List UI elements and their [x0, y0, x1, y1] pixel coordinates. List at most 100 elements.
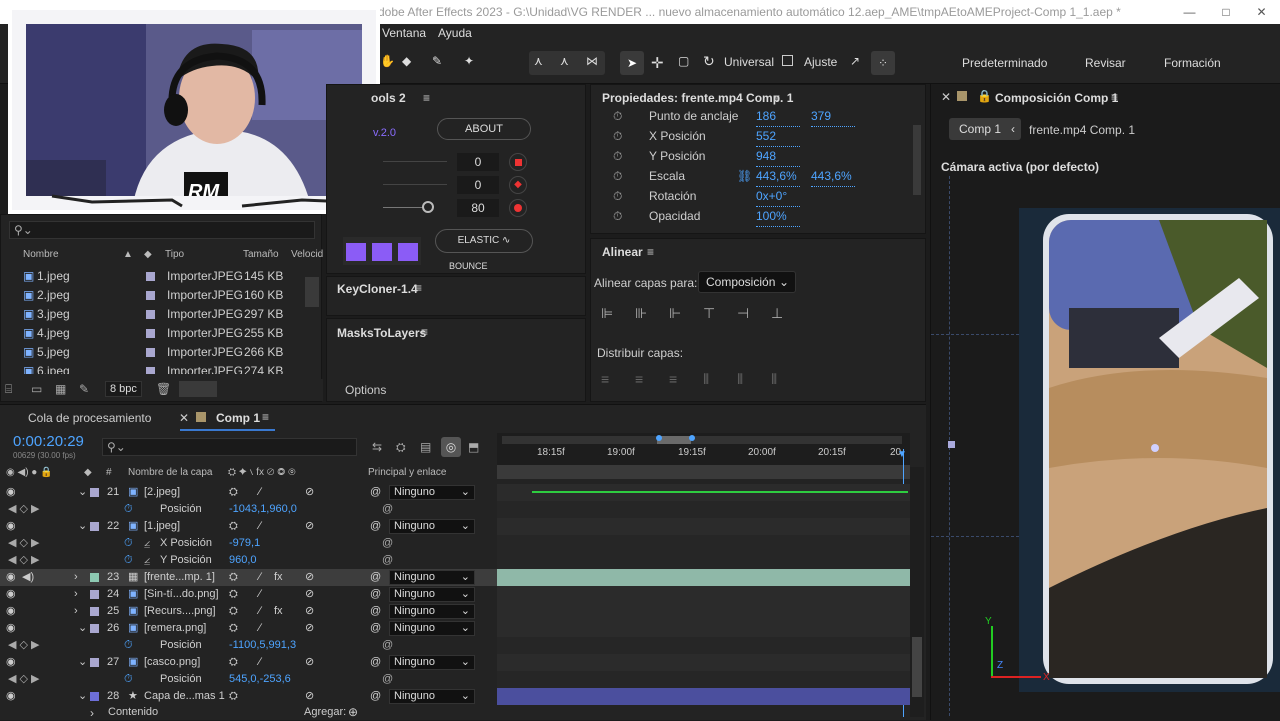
stopwatch-icon[interactable]: ⏱ [613, 147, 622, 166]
move-tool-icon[interactable]: ✛ [651, 54, 664, 72]
stopwatch-icon[interactable]: ⏱ [613, 127, 622, 146]
value-field[interactable]: 80 [457, 199, 499, 217]
layer-track[interactable] [497, 586, 910, 603]
motion-blur-switch-icon[interactable]: ⊘ [305, 620, 314, 637]
parent-dropdown[interactable]: Ninguno ⌄ [389, 519, 475, 534]
distribute-vcenter-icon[interactable]: ≡ [635, 371, 643, 387]
table-row[interactable]: ◉ ⌄ 26 ▣ [remera.png] ⛭ ∕ ⊘ @ Ninguno ⌄ [0, 620, 497, 637]
fx-switch-icon[interactable]: fx [274, 603, 283, 620]
table-row[interactable]: ◉ ⌄ 21 ▣ [2.jpeg] ⛭ ∕ ⊘ @ Ninguno ⌄ [0, 484, 497, 501]
column-parent[interactable]: Principal y enlace [368, 467, 446, 478]
frame-blending-icon[interactable]: ▤ [420, 440, 431, 454]
timecode[interactable]: 0:00:20:29 [13, 433, 84, 450]
twirl-closed-icon[interactable]: › [74, 603, 78, 620]
pickwhip-icon[interactable]: @ [370, 586, 381, 603]
agregar-label[interactable]: Agregar: [304, 706, 346, 718]
distribute-top-icon[interactable]: ≡ [601, 371, 609, 387]
layer-track[interactable] [497, 484, 910, 501]
twirl-open-icon[interactable]: ⌄ [78, 518, 87, 535]
zoom-window[interactable] [657, 436, 691, 444]
eye-icon[interactable]: ◉ [6, 620, 16, 637]
scrollbar[interactable] [305, 277, 319, 307]
pickwhip-icon[interactable]: @ [382, 637, 393, 654]
interpret-footage-icon[interactable]: ⌸ [5, 382, 12, 397]
twirl-open-icon[interactable]: ⌄ [78, 484, 87, 501]
quality-switch-icon[interactable]: ∕ [259, 569, 261, 586]
label-swatch[interactable] [90, 692, 99, 701]
close-button[interactable]: ✕ [1256, 0, 1266, 24]
workspace-revisar[interactable]: Revisar [1085, 56, 1126, 70]
align-vcenter-icon[interactable]: ⊣ [737, 305, 749, 322]
transform-box-icon[interactable]: ▢ [678, 54, 689, 68]
twirl-closed-icon[interactable]: › [74, 569, 78, 586]
elastic-button[interactable]: ELASTIC ∿ [435, 229, 533, 253]
menu-ventana[interactable]: Ventana [382, 24, 426, 42]
distribute-hcenter-icon[interactable]: ⦀ [737, 371, 743, 388]
stopwatch-icon[interactable]: ⏱ [124, 535, 133, 552]
column-velocidad[interactable]: Velocid [291, 249, 323, 260]
parent-dropdown[interactable]: Ninguno ⌄ [389, 485, 475, 500]
twirl-closed-icon[interactable]: › [74, 586, 78, 603]
snap-checkbox[interactable] [782, 55, 793, 66]
zoom-handle[interactable] [689, 435, 695, 441]
label-swatch[interactable] [90, 522, 99, 531]
parent-dropdown[interactable]: Ninguno ⌄ [389, 604, 475, 619]
keyframe-nav-icon[interactable]: ◀ ◇ ▶ [8, 552, 40, 569]
eye-icon[interactable]: ◉ [6, 603, 16, 620]
motion-blur-switch-icon[interactable]: ⊘ [305, 569, 314, 586]
column-tamano[interactable]: Tamaño [243, 249, 279, 260]
twirl-closed-icon[interactable]: › [90, 706, 94, 720]
layer-track-bar[interactable] [497, 688, 910, 705]
view-axis-icon[interactable]: ⋈ [586, 54, 598, 68]
anchor-handle[interactable] [948, 441, 955, 448]
layer-track[interactable] [497, 654, 910, 671]
link-icon[interactable]: ⛓ [737, 167, 752, 186]
eraser-tool-icon[interactable]: ◆ [402, 54, 411, 68]
slider-track[interactable] [383, 161, 447, 162]
graph-icon[interactable]: ⦤ [144, 552, 150, 569]
pickwhip-icon[interactable]: @ [370, 620, 381, 637]
column-nombre[interactable]: Nombre [23, 249, 59, 260]
table-row[interactable]: ◉ ◀) › 23 ▦ [frente...mp. 1] ⛭ ∕ fx ⊘ @ Ninguno ⌄ [0, 569, 497, 586]
puppet-pin-icon[interactable]: ✦ [464, 54, 474, 68]
comp-canvas[interactable] [1019, 208, 1280, 692]
snap-options-icon[interactable]: ↗ [850, 54, 860, 68]
column-tipo[interactable]: Tipo [165, 249, 184, 260]
align-hcenter-icon[interactable]: ⊪ [635, 305, 647, 322]
shy-switch-icon[interactable]: ⛭ [229, 654, 238, 671]
align-left-icon[interactable]: ⊫ [601, 305, 613, 322]
pickwhip-icon[interactable]: @ [370, 603, 381, 620]
eye-icon[interactable]: ◉ [6, 569, 16, 586]
keyframe-nav-icon[interactable]: ◀ ◇ ▶ [8, 671, 40, 688]
parent-dropdown[interactable]: Ninguno ⌄ [389, 570, 475, 585]
distribute-left-icon[interactable]: ⦀ [703, 371, 709, 388]
stopwatch-icon[interactable]: ⏱ [124, 637, 133, 654]
list-item[interactable]: ▣ 5.jpeg ImporterJPEG 266 KB [1, 343, 301, 362]
column-layer-name[interactable]: Nombre de la capa [128, 467, 213, 478]
list-item[interactable]: ▣ 2.jpeg ImporterJPEG 160 KB [1, 286, 301, 305]
slider-track[interactable] [383, 207, 427, 208]
new-folder-icon[interactable]: ▭ [31, 382, 42, 396]
pickwhip-icon[interactable]: @ [370, 654, 381, 671]
shy-switch-icon[interactable]: ⛭ [229, 569, 238, 586]
panel-menu-icon[interactable]: ≡ [421, 325, 428, 339]
label-swatch[interactable] [90, 607, 99, 616]
graph-icon[interactable]: ⦤ [144, 535, 150, 552]
stopwatch-icon[interactable]: ⏱ [613, 187, 622, 206]
keyframe-nav-icon[interactable]: ◀ ◇ ▶ [8, 637, 40, 654]
pickwhip-icon[interactable]: @ [370, 518, 381, 535]
panel-menu-icon[interactable]: ≡ [773, 91, 780, 105]
parent-dropdown[interactable]: Ninguno ⌄ [389, 655, 475, 670]
hand-tool-icon[interactable]: ✋ [380, 54, 395, 68]
fx-switch-icon[interactable]: fx [274, 569, 283, 586]
label-swatch[interactable] [90, 624, 99, 633]
stop-icon[interactable] [509, 153, 527, 171]
quality-switch-icon[interactable]: ∕ [259, 654, 261, 671]
graph-editor-icon[interactable]: ⬒ [468, 440, 479, 454]
list-item[interactable]: ▣ 6.jpeg ImporterJPEG 274 KB [1, 362, 301, 374]
motion-blur-switch-icon[interactable]: ⊘ [305, 654, 314, 671]
bpc-button[interactable]: 8 bpc [105, 381, 142, 397]
add-icon[interactable]: ⊕ [348, 705, 358, 719]
roto-brush-icon[interactable]: ✎ [432, 54, 442, 68]
workspace-predeterminado[interactable]: Predeterminado [962, 56, 1047, 70]
